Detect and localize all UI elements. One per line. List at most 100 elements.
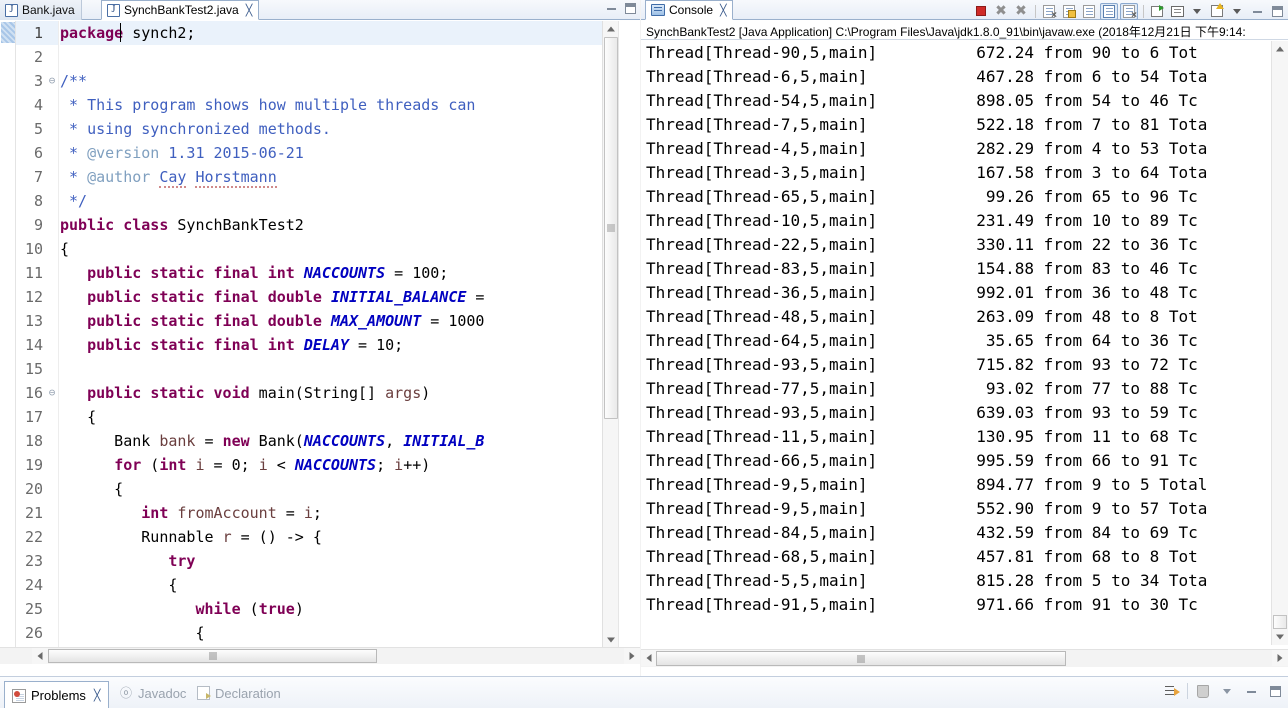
vertical-scroll-thumb[interactable] [1273,615,1287,629]
console-horizontal-scrollbar[interactable] [641,649,1288,667]
console-amount: 522.18 [976,115,1034,134]
code-editor-area[interactable]: 1 2 3 4 5 6 7 8 9 10 11 12 13 14 15 16 17 18 19 20 21 22 23 24 2… [0,21,640,648]
code-line[interactable]: { [60,621,640,645]
annotation-marker [1,22,15,43]
terminate-button[interactable] [972,3,990,20]
divider [1187,683,1188,699]
close-icon[interactable]: ╳ [94,689,101,702]
folding-column[interactable]: ⊖ ⊖ [46,21,59,648]
minimize-icon[interactable] [1242,682,1260,700]
code-line[interactable]: public static void main(String[] args) [60,381,640,405]
line-number: 24 [24,576,43,594]
new-console-button[interactable] [1208,3,1226,20]
maximize-icon[interactable] [625,3,636,14]
line-number: 9 [33,216,43,234]
tab-javadoc[interactable]: ⓞ Javadoc [112,680,193,706]
scroll-right-arrow[interactable] [624,648,640,664]
minimize-icon[interactable] [606,3,617,14]
toolbar-separator [1032,3,1038,20]
remove-all-terminated-button[interactable]: ✖ [1012,3,1030,20]
console-amount: 672.24 [976,43,1034,62]
code-line[interactable]: try [60,549,640,573]
code-line[interactable]: * @version 1.31 2015-06-21 [60,141,640,165]
code-line[interactable]: package synch2; [60,21,640,45]
code-line[interactable]: * using synchronized methods. [60,117,640,141]
horizontal-scroll-thumb[interactable] [656,651,1066,666]
console-vertical-scrollbar[interactable] [1271,41,1288,645]
scroll-right-arrow[interactable] [1272,650,1288,666]
code-line[interactable]: /** [60,69,640,93]
open-console-button[interactable] [1148,3,1166,20]
view-menu-button[interactable] [1218,682,1236,700]
clear-console-button[interactable] [1040,3,1058,21]
scroll-left-arrow[interactable] [641,650,657,666]
editor-tab-synchbanktest2[interactable]: SynchBankTest2.java ╳ [101,0,260,20]
editor-vertical-scrollbar[interactable] [602,21,619,648]
scroll-lock-button[interactable] [1060,3,1078,20]
scroll-up-arrow[interactable] [603,21,619,37]
scroll-up-arrow[interactable] [1272,41,1288,57]
code-line[interactable]: public class SynchBankTest2 [60,213,640,237]
trash-button[interactable] [1194,682,1212,700]
chevron-down-icon[interactable] [1228,3,1246,20]
source-code[interactable]: package synch2; /** * This program shows… [60,21,640,648]
console-transfer-text: from 54 to 46 Tc [1034,91,1198,110]
code-line[interactable]: while (true) [60,597,640,621]
code-line[interactable]: public static final int NACCOUNTS = 100; [60,261,640,285]
code-line[interactable]: Bank bank = new Bank(NACCOUNTS, INITIAL_… [60,429,640,453]
tab-console[interactable]: Console ╳ [645,0,733,20]
console-view-button[interactable] [1168,3,1186,20]
code-line[interactable]: public static final int DELAY = 10; [60,333,640,357]
code-line[interactable]: { [60,477,640,501]
close-icon[interactable]: ╳ [246,4,253,17]
fold-toggle-icon[interactable]: ⊖ [46,69,58,93]
pin-console-button[interactable] [1100,2,1118,20]
horizontal-scroll-thumb[interactable] [48,649,377,663]
code-line[interactable]: { [60,573,640,597]
overview-ruler[interactable] [618,21,640,648]
fold-toggle-icon[interactable]: ⊖ [46,381,58,405]
editor-tab-bank[interactable]: Bank.java [0,0,82,20]
maximize-icon[interactable] [1266,682,1284,700]
maximize-icon[interactable] [1268,3,1286,20]
remove-launch-button[interactable]: ✖ [992,3,1010,20]
code-line[interactable]: Runnable r = () -> { [60,525,640,549]
code-line[interactable] [60,357,640,381]
editor-panel: Bank.java SynchBankTest2.java ╳ 12345678… [0,0,640,676]
chevron-down-icon[interactable] [1188,3,1206,20]
display-selected-console-button[interactable] [1120,2,1138,21]
code-line[interactable]: * This program shows how multiple thread… [60,93,640,117]
console-thread-name: Thread[Thread-68,5,main] [646,547,878,566]
code-line[interactable]: */ [60,189,640,213]
scroll-down-arrow[interactable] [1272,629,1288,645]
vertical-scroll-thumb[interactable] [604,37,618,419]
code-line[interactable]: for (int i = 0; i < NACCOUNTS; i++) [60,453,640,477]
tab-problems[interactable]: Problems ╳ [4,681,109,708]
text-caret [120,23,121,42]
code-line[interactable]: public static final double INITIAL_BALAN… [60,285,640,309]
scroll-left-arrow[interactable] [32,648,48,664]
line-number-gutter: 1 2 3 4 5 6 7 8 9 10 11 12 13 14 15 16 17 18 19 20 21 22 23 24 2… [16,21,46,648]
console-amount: 35.65 [985,331,1034,350]
console-output[interactable]: Thread[Thread-90,5,main] 672.24 from 90 t… [641,41,1271,645]
minimize-icon[interactable] [1248,3,1266,20]
code-line[interactable]: public static final double MAX_AMOUNT = … [60,309,640,333]
console-transfer-text: from 91 to 30 Tc [1034,595,1198,614]
code-line[interactable] [60,45,640,69]
tab-declaration[interactable]: Declaration [190,680,288,706]
code-line[interactable]: * @author Cay Horstmann [60,165,640,189]
code-line[interactable]: int fromAccount = i; [60,501,640,525]
word-wrap-button[interactable] [1080,3,1098,20]
close-icon[interactable]: ╳ [720,4,727,17]
scroll-down-arrow[interactable] [603,632,619,648]
code-line[interactable]: { [60,237,640,261]
line-number: 11 [24,264,43,282]
filters-button[interactable] [1163,682,1181,700]
code-line[interactable]: { [60,405,640,429]
console-amount: 93.02 [985,379,1034,398]
editor-horizontal-scrollbar[interactable] [0,647,640,664]
